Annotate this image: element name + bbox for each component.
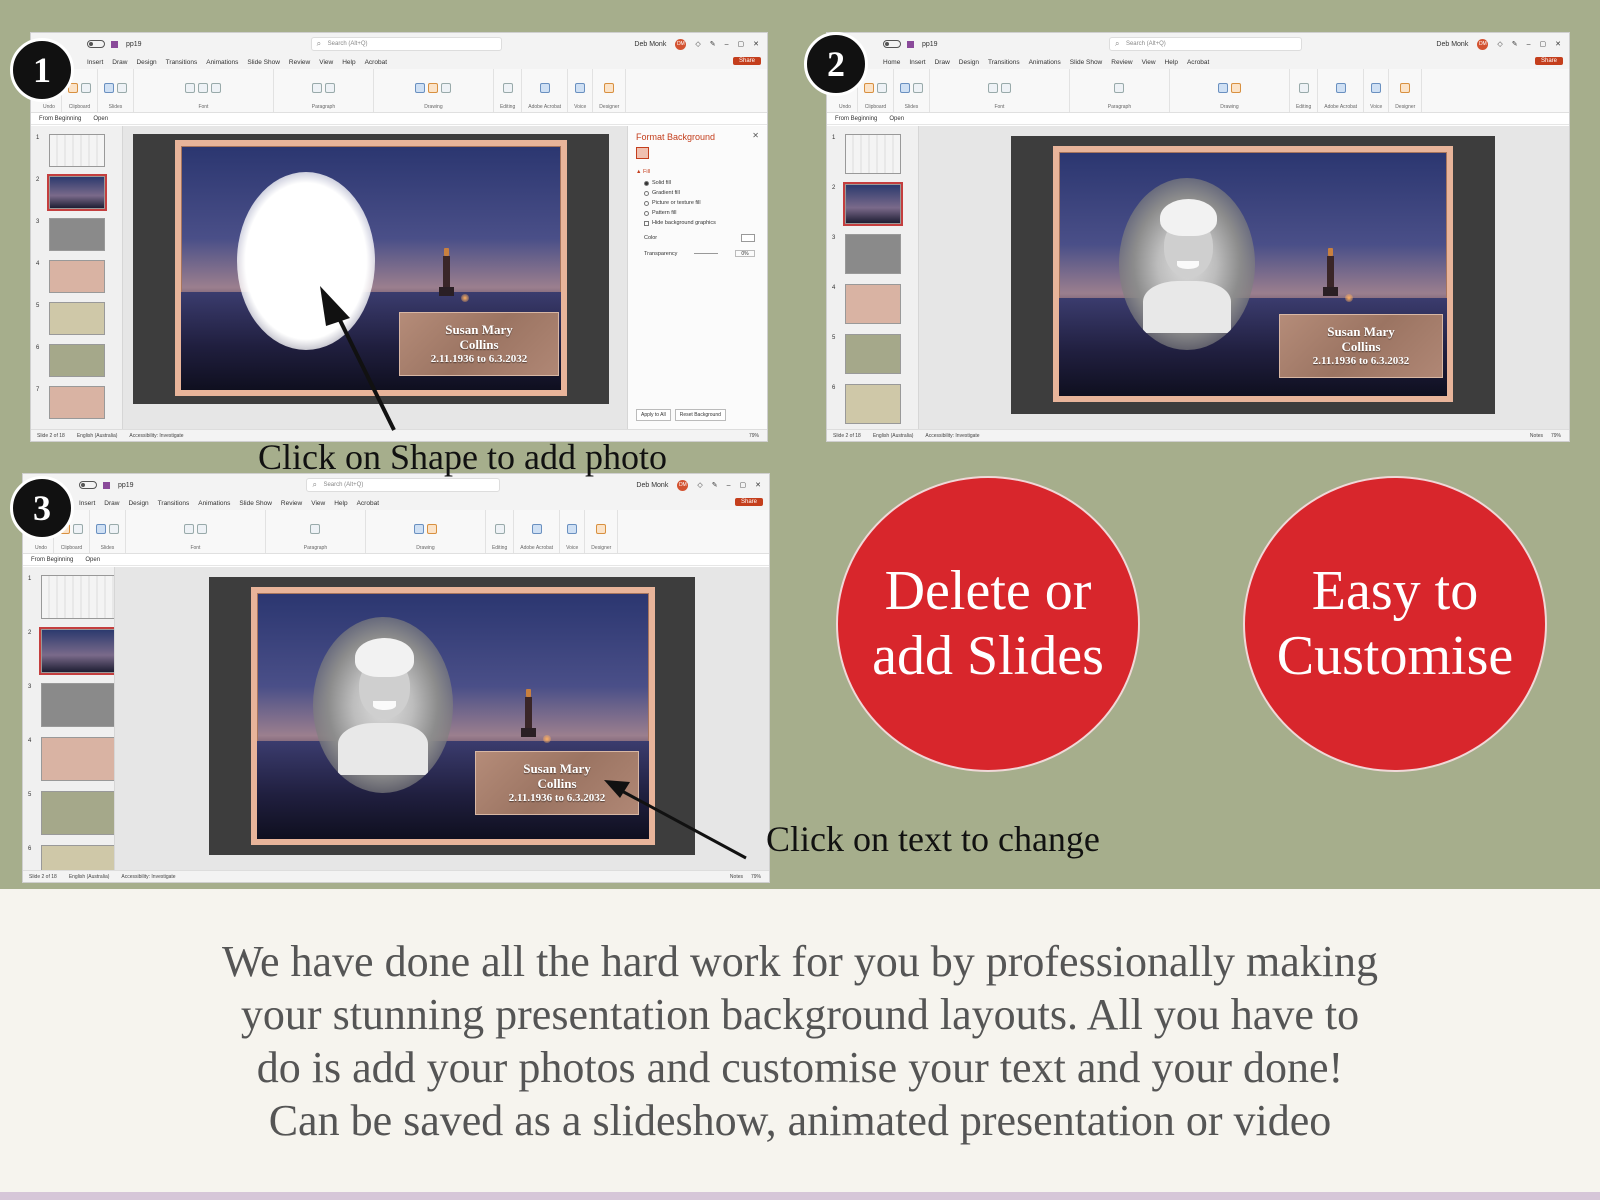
arrow-to-text — [619, 788, 747, 860]
arrowhead-text — [604, 780, 630, 798]
arrowhead-shape — [320, 286, 350, 326]
callout-arrows — [320, 286, 747, 860]
